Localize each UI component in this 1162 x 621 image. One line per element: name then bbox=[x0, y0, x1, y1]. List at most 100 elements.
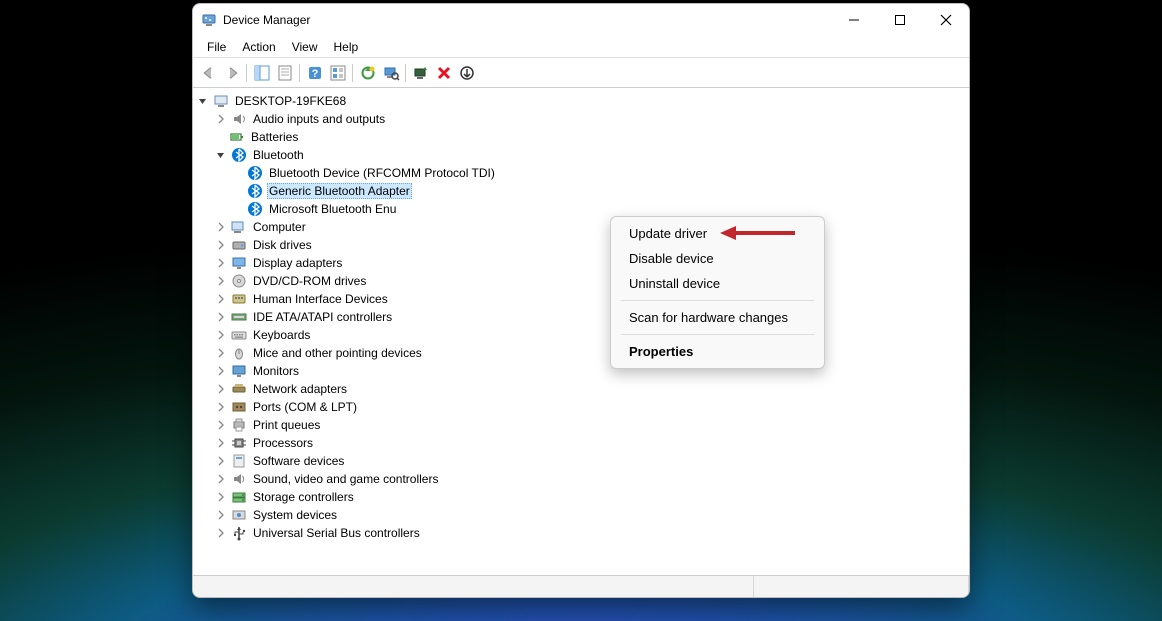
printer-icon bbox=[231, 417, 247, 433]
caret-right-icon[interactable] bbox=[215, 527, 227, 539]
category-label[interactable]: Human Interface Devices bbox=[251, 292, 390, 306]
category-label[interactable]: Display adapters bbox=[251, 256, 344, 270]
computer-cat-icon bbox=[231, 219, 247, 235]
minimize-button[interactable] bbox=[831, 4, 877, 36]
caret-right-icon[interactable] bbox=[215, 509, 227, 521]
category-label[interactable]: Universal Serial Bus controllers bbox=[251, 526, 422, 540]
show-tree-button[interactable] bbox=[250, 61, 273, 84]
caret-right-icon[interactable] bbox=[215, 221, 227, 233]
category-label[interactable]: Disk drives bbox=[251, 238, 314, 252]
category-label[interactable]: DVD/CD-ROM drives bbox=[251, 274, 368, 288]
category-label[interactable]: Bluetooth bbox=[251, 148, 306, 162]
category-label[interactable]: Audio inputs and outputs bbox=[251, 112, 387, 126]
tree-device-row[interactable]: Generic Bluetooth Adapter bbox=[233, 182, 969, 200]
device-label[interactable]: Generic Bluetooth Adapter bbox=[267, 183, 412, 199]
tree-category-row[interactable]: Storage controllers bbox=[215, 488, 969, 506]
tree-category-row[interactable]: System devices bbox=[215, 506, 969, 524]
enable-button[interactable] bbox=[455, 61, 478, 84]
menu-help[interactable]: Help bbox=[326, 38, 367, 56]
context-menu-item[interactable]: Uninstall device bbox=[611, 271, 824, 296]
caret-down-icon[interactable] bbox=[197, 95, 209, 107]
menu-file[interactable]: File bbox=[199, 38, 234, 56]
toolbar-separator bbox=[352, 64, 353, 82]
update-driver-button[interactable] bbox=[356, 61, 379, 84]
category-label[interactable]: Keyboards bbox=[251, 328, 312, 342]
caret-right-icon[interactable] bbox=[215, 347, 227, 359]
tree-category-row[interactable]: Software devices bbox=[215, 452, 969, 470]
keyboard-icon bbox=[231, 327, 247, 343]
device-tree[interactable]: DESKTOP-19FKE68 Audio inputs and outputs B… bbox=[193, 88, 969, 575]
tree-category-row[interactable]: Bluetooth bbox=[215, 146, 969, 164]
menu-view[interactable]: View bbox=[284, 38, 326, 56]
battery-icon bbox=[229, 129, 245, 145]
caret-right-icon[interactable] bbox=[215, 311, 227, 323]
category-label[interactable]: Processors bbox=[251, 436, 315, 450]
tree-category-row[interactable]: Disk drives bbox=[215, 236, 969, 254]
device-label[interactable]: Microsoft Bluetooth Enu bbox=[267, 202, 398, 216]
details-icon-button[interactable] bbox=[326, 61, 349, 84]
nav-back-button[interactable] bbox=[197, 61, 220, 84]
tree-device-row[interactable]: Bluetooth Device (RFCOMM Protocol TDI) bbox=[233, 164, 969, 182]
maximize-button[interactable] bbox=[877, 4, 923, 36]
context-menu-item[interactable]: Disable device bbox=[611, 246, 824, 271]
caret-right-icon[interactable] bbox=[215, 329, 227, 341]
caret-right-icon[interactable] bbox=[215, 401, 227, 413]
tree-category-row[interactable]: Network adapters bbox=[215, 380, 969, 398]
tree-category-row[interactable]: DVD/CD-ROM drives bbox=[215, 272, 969, 290]
category-label[interactable]: Storage controllers bbox=[251, 490, 356, 504]
caret-right-icon[interactable] bbox=[215, 257, 227, 269]
root-label[interactable]: DESKTOP-19FKE68 bbox=[233, 94, 348, 108]
caret-right-icon[interactable] bbox=[215, 491, 227, 503]
tree-category-row[interactable]: Human Interface Devices bbox=[215, 290, 969, 308]
tree-category-row[interactable]: Sound, video and game controllers bbox=[215, 470, 969, 488]
category-label[interactable]: Mice and other pointing devices bbox=[251, 346, 424, 360]
tree-device-row[interactable]: Microsoft Bluetooth Enu bbox=[233, 200, 969, 218]
menu-action[interactable]: Action bbox=[234, 38, 283, 56]
category-label[interactable]: Network adapters bbox=[251, 382, 349, 396]
caret-down-icon[interactable] bbox=[215, 149, 227, 161]
caret-right-icon[interactable] bbox=[215, 293, 227, 305]
tree-category-row[interactable]: IDE ATA/ATAPI controllers bbox=[215, 308, 969, 326]
tree-category-row[interactable]: Display adapters bbox=[215, 254, 969, 272]
tree-category-row[interactable]: Ports (COM & LPT) bbox=[215, 398, 969, 416]
tree-category-row[interactable]: Monitors bbox=[215, 362, 969, 380]
category-label[interactable]: IDE ATA/ATAPI controllers bbox=[251, 310, 394, 324]
category-label[interactable]: Computer bbox=[251, 220, 308, 234]
close-button[interactable] bbox=[923, 4, 969, 36]
uninstall-button[interactable] bbox=[409, 61, 432, 84]
tree-category-row[interactable]: Mice and other pointing devices bbox=[215, 344, 969, 362]
scan-hardware-button[interactable] bbox=[379, 61, 402, 84]
category-label[interactable]: Sound, video and game controllers bbox=[251, 472, 440, 486]
category-label[interactable]: Print queues bbox=[251, 418, 322, 432]
tree-category-row[interactable]: Print queues bbox=[215, 416, 969, 434]
caret-right-icon[interactable] bbox=[215, 275, 227, 287]
category-label[interactable]: Ports (COM & LPT) bbox=[251, 400, 359, 414]
tree-category-row[interactable]: Batteries bbox=[215, 128, 969, 146]
caret-right-icon[interactable] bbox=[215, 383, 227, 395]
caret-right-icon[interactable] bbox=[215, 419, 227, 431]
properties-button[interactable] bbox=[273, 61, 296, 84]
device-label[interactable]: Bluetooth Device (RFCOMM Protocol TDI) bbox=[267, 166, 497, 180]
caret-right-icon[interactable] bbox=[215, 239, 227, 251]
caret-right-icon[interactable] bbox=[215, 365, 227, 377]
tree-category-row[interactable]: Processors bbox=[215, 434, 969, 452]
help-button[interactable]: ? bbox=[303, 61, 326, 84]
caret-right-icon[interactable] bbox=[215, 113, 227, 125]
category-label[interactable]: Software devices bbox=[251, 454, 346, 468]
tree-category-row[interactable]: Audio inputs and outputs bbox=[215, 110, 969, 128]
context-menu-item[interactable]: Properties bbox=[611, 339, 824, 364]
caret-right-icon[interactable] bbox=[215, 455, 227, 467]
tree-category-row[interactable]: Keyboards bbox=[215, 326, 969, 344]
hid-icon bbox=[231, 291, 247, 307]
tree-category-row[interactable]: Computer bbox=[215, 218, 969, 236]
nav-forward-button[interactable] bbox=[220, 61, 243, 84]
context-menu-item[interactable]: Scan for hardware changes bbox=[611, 305, 824, 330]
category-label[interactable]: System devices bbox=[251, 508, 339, 522]
caret-right-icon[interactable] bbox=[215, 473, 227, 485]
category-label[interactable]: Batteries bbox=[249, 130, 300, 144]
category-label[interactable]: Monitors bbox=[251, 364, 301, 378]
tree-category-row[interactable]: Universal Serial Bus controllers bbox=[215, 524, 969, 542]
disable-button[interactable] bbox=[432, 61, 455, 84]
caret-right-icon[interactable] bbox=[215, 437, 227, 449]
tree-root-row[interactable]: DESKTOP-19FKE68 bbox=[197, 92, 969, 110]
